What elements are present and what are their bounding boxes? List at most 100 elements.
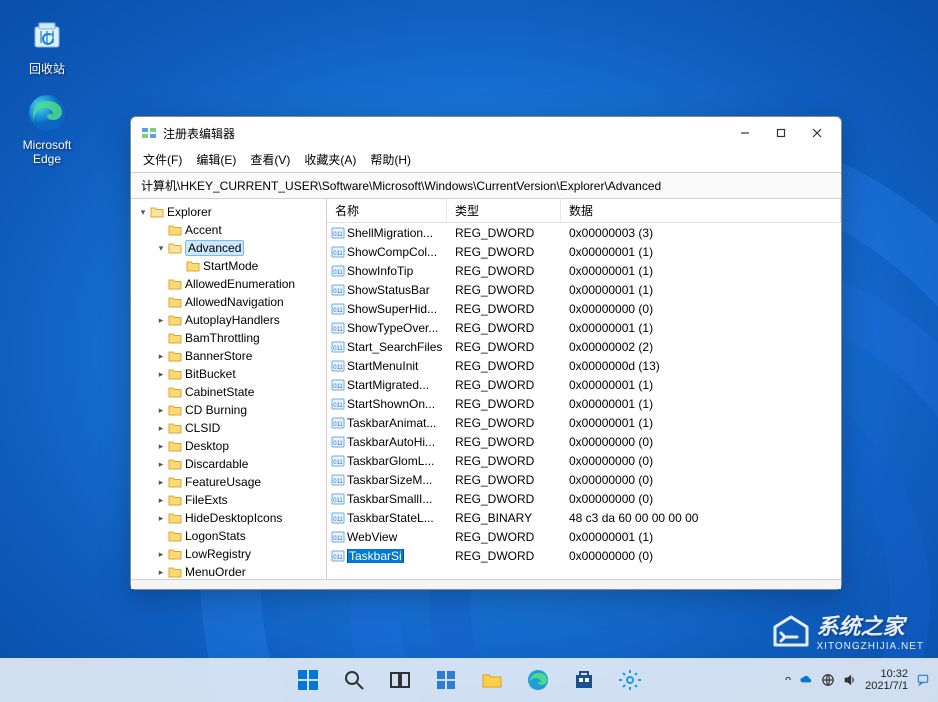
start-button[interactable] (289, 661, 327, 699)
value-row[interactable]: 011TaskbarSmallI...REG_DWORD0x00000000 (… (327, 489, 841, 508)
dword-icon: 011 (327, 435, 345, 449)
address-bar[interactable]: 计算机\HKEY_CURRENT_USER\Software\Microsoft… (131, 172, 841, 199)
tree-item[interactable]: ▸BannerStore (131, 347, 326, 365)
value-row[interactable]: 011ShowSuperHid...REG_DWORD0x00000000 (0… (327, 299, 841, 318)
value-name: StartMenuInit (345, 359, 447, 373)
value-row[interactable]: 011StartShownOn...REG_DWORD0x00000001 (1… (327, 394, 841, 413)
column-data[interactable]: 数据 (561, 199, 841, 222)
dword-icon: 011 (327, 340, 345, 354)
value-row[interactable]: 011TaskbarAutoHi...REG_DWORD0x00000000 (… (327, 432, 841, 451)
volume-icon[interactable] (843, 673, 857, 687)
value-type: REG_DWORD (447, 416, 561, 430)
tree-item[interactable]: ▾Explorer (131, 203, 326, 221)
tree-item-label: Advanced (185, 240, 244, 256)
network-icon[interactable] (821, 673, 835, 687)
column-name[interactable]: 名称 (327, 199, 447, 222)
search-button[interactable] (335, 661, 373, 699)
svg-text:011: 011 (333, 517, 343, 523)
tree-item[interactable]: ▸MenuOrder (131, 563, 326, 579)
tree-item[interactable]: ▸ Desktop (131, 437, 326, 455)
tree-item[interactable]: ▸Discardable (131, 455, 326, 473)
column-type[interactable]: 类型 (447, 199, 561, 222)
values-pane[interactable]: 名称 类型 数据 011ShellMigration...REG_DWORD0x… (327, 199, 841, 579)
edge-label: Microsoft Edge (12, 138, 82, 166)
column-headers: 名称 类型 数据 (327, 199, 841, 223)
edge-taskbar-button[interactable] (519, 661, 557, 699)
dword-icon: 011 (327, 416, 345, 430)
value-name: StartMigrated... (345, 378, 447, 392)
value-data: 0x00000000 (0) (561, 454, 841, 468)
clock[interactable]: 10:32 2021/7/1 (865, 668, 908, 692)
regedit-window: 注册表编辑器 文件(F) 编辑(E) 查看(V) 收藏夹(A) 帮助(H) 计算… (130, 116, 842, 590)
tree-item-label: Desktop (185, 439, 229, 453)
menu-file[interactable]: 文件(F) (143, 151, 182, 168)
tree-item[interactable]: ▸CD Burning (131, 401, 326, 419)
value-row[interactable]: 011TaskbarGlomL...REG_DWORD0x00000000 (0… (327, 451, 841, 470)
tree-item[interactable]: LogonStats (131, 527, 326, 545)
tree-item[interactable]: ▸FileExts (131, 491, 326, 509)
menu-favorites[interactable]: 收藏夹(A) (304, 151, 356, 168)
value-data: 0x00000002 (2) (561, 340, 841, 354)
explorer-button[interactable] (473, 661, 511, 699)
chevron-icon: ▸ (155, 405, 167, 416)
menu-view[interactable]: 查看(V) (250, 151, 290, 168)
store-button[interactable] (565, 661, 603, 699)
tree-item[interactable]: ▸FeatureUsage (131, 473, 326, 491)
value-row[interactable]: 011TaskbarStateL...REG_BINARY48 c3 da 60… (327, 508, 841, 527)
tree-item[interactable]: ▸HideDesktopIcons (131, 509, 326, 527)
recycle-bin-icon (26, 14, 68, 56)
value-row[interactable]: 011ShowTypeOver...REG_DWORD0x00000001 (1… (327, 318, 841, 337)
value-row[interactable]: 011TaskbarSiREG_DWORD0x00000000 (0) (327, 546, 841, 565)
tree-item[interactable]: BamThrottling (131, 329, 326, 347)
tree-item[interactable]: StartMode (131, 257, 326, 275)
tree-item[interactable]: ▸BitBucket (131, 365, 326, 383)
value-row[interactable]: 011ShowStatusBarREG_DWORD0x00000001 (1) (327, 280, 841, 299)
svg-text:011: 011 (333, 498, 343, 504)
system-tray[interactable]: ᴖ 10:32 2021/7/1 (785, 668, 930, 692)
tree-item[interactable]: ▸LowRegistry (131, 545, 326, 563)
value-row[interactable]: 011ShowCompCol...REG_DWORD0x00000001 (1) (327, 242, 841, 261)
tree-item[interactable]: AllowedEnumeration (131, 275, 326, 293)
value-name: TaskbarAnimat... (345, 416, 447, 430)
folder-icon (167, 421, 183, 435)
minimize-button[interactable] (727, 120, 763, 146)
tree-item[interactable]: ▸CLSID (131, 419, 326, 437)
tree-pane[interactable]: ▾ExplorerAccent▾Advanced StartMode Allowed… (131, 199, 327, 579)
desktop-icon-edge[interactable]: Microsoft Edge (12, 92, 82, 166)
widgets-button[interactable] (427, 661, 465, 699)
tray-chevron-icon[interactable]: ᴖ (785, 674, 791, 686)
menu-help[interactable]: 帮助(H) (370, 151, 411, 168)
settings-button[interactable] (611, 661, 649, 699)
value-row[interactable]: 011ShellMigration...REG_DWORD0x00000003 … (327, 223, 841, 242)
tree-item[interactable]: CabinetState (131, 383, 326, 401)
tree-item[interactable]: AllowedNavigation (131, 293, 326, 311)
titlebar[interactable]: 注册表编辑器 (131, 117, 841, 149)
value-row[interactable]: 011TaskbarAnimat...REG_DWORD0x00000001 (… (327, 413, 841, 432)
taskview-button[interactable] (381, 661, 419, 699)
value-row[interactable]: 011TaskbarSizeM...REG_DWORD0x00000000 (0… (327, 470, 841, 489)
tree-item[interactable]: ▸AutoplayHandlers (131, 311, 326, 329)
notifications-icon[interactable] (916, 673, 930, 687)
value-row[interactable]: 011StartMenuInitREG_DWORD0x0000000d (13) (327, 356, 841, 375)
menu-edit[interactable]: 编辑(E) (196, 151, 236, 168)
chevron-icon: ▸ (155, 441, 167, 452)
value-data: 0x00000001 (1) (561, 283, 841, 297)
close-button[interactable] (799, 120, 835, 146)
tree-item[interactable]: Accent (131, 221, 326, 239)
maximize-button[interactable] (763, 120, 799, 146)
tree-item-label: StartMode (203, 259, 258, 273)
value-name: Start_SearchFiles (345, 340, 447, 354)
value-row[interactable]: 011ShowInfoTipREG_DWORD0x00000001 (1) (327, 261, 841, 280)
dword-icon: 011 (327, 549, 345, 563)
value-row[interactable]: 011StartMigrated...REG_DWORD0x00000001 (… (327, 375, 841, 394)
folder-icon (167, 241, 183, 255)
value-row[interactable]: 011Start_SearchFilesREG_DWORD0x00000002 … (327, 337, 841, 356)
onedrive-icon[interactable] (799, 673, 813, 687)
dword-icon: 011 (327, 321, 345, 335)
value-type: REG_DWORD (447, 530, 561, 544)
chevron-icon: ▸ (155, 477, 167, 488)
dword-icon: 011 (327, 245, 345, 259)
tree-item[interactable]: ▾Advanced (131, 239, 326, 257)
desktop-icon-recycle-bin[interactable]: 回收站 (12, 14, 82, 77)
value-row[interactable]: 011WebViewREG_DWORD0x00000001 (1) (327, 527, 841, 546)
